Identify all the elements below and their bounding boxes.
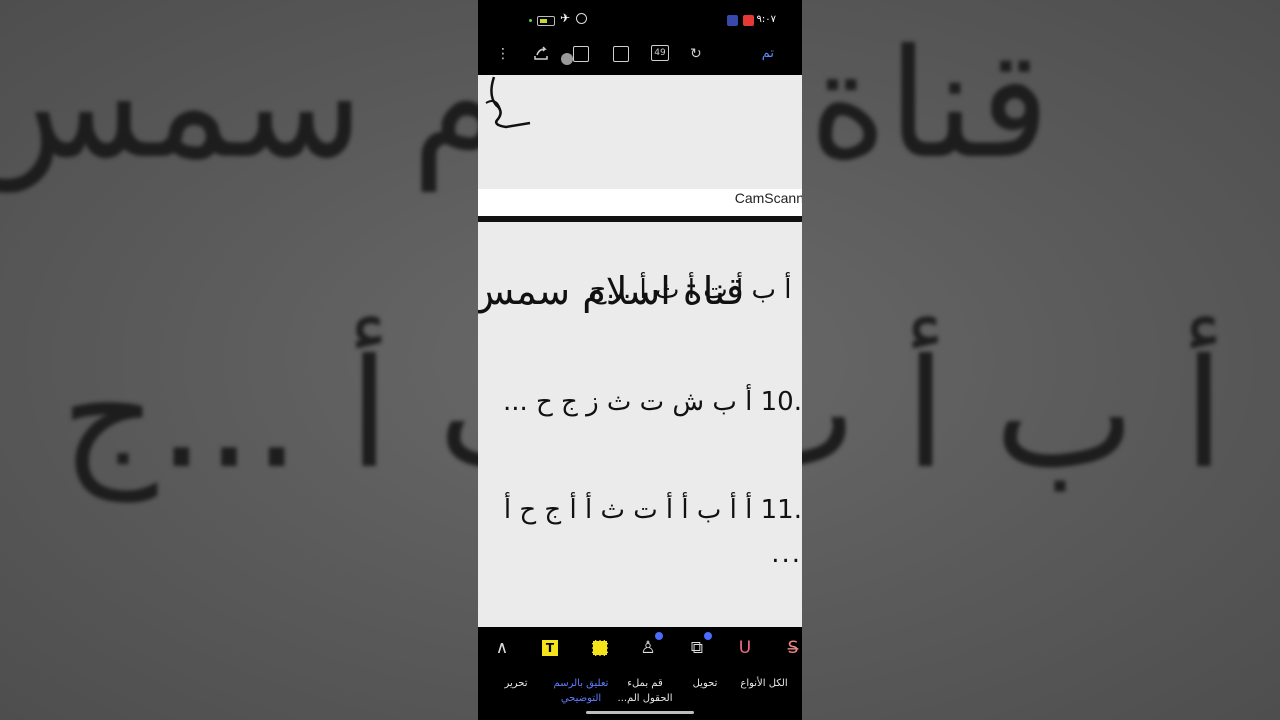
new-badge (704, 632, 712, 640)
top-toolbar: ⋮ 49 ↻ تم (478, 38, 802, 72)
more-vert-icon[interactable]: ⋮ (496, 44, 510, 64)
tab-edit[interactable]: تحرير (485, 676, 547, 691)
touch-indicator (561, 53, 573, 65)
mic-indicator-icon (529, 19, 532, 22)
tab-illustration-comment[interactable]: تعليق بالرسم التوضيحي (550, 676, 612, 706)
text-highlight-icon[interactable]: T (542, 640, 558, 656)
tab-all-types[interactable]: الكل الأنواع (733, 676, 795, 691)
home-indicator[interactable] (586, 711, 694, 714)
document-line-2: .10 أ ب ش ت ث ز ج ح ... (502, 387, 802, 417)
document-line-1: . أ ب أ ت أ ث أ ...ج (589, 275, 802, 305)
tab-fill-fields[interactable]: قم بملء الحقول الم... (614, 676, 676, 706)
camscanner-watermark: CamScann (734, 190, 802, 206)
youtube-icon (743, 15, 754, 26)
phone-screen: ✈ ٩:٠٧ ⋮ 49 ↻ تم CamScann قناة اسلام سمس… (478, 0, 802, 720)
stamp-icon[interactable]: ♙ (636, 632, 663, 660)
divider-line (478, 216, 802, 222)
shape-icon[interactable]: ⧉ (685, 632, 712, 660)
status-time: ٩:٠٧ (756, 14, 776, 25)
reader-icon[interactable] (573, 46, 589, 62)
handwriting-annotation (485, 76, 531, 129)
done-button[interactable]: تم (762, 44, 774, 64)
pen-icon[interactable]: ∧ (490, 636, 514, 660)
airplane-icon: ✈ (560, 11, 571, 25)
notification-icon (727, 15, 738, 26)
crop-icon[interactable] (613, 46, 629, 62)
tab-convert[interactable]: تحويل (674, 676, 736, 691)
redo-icon[interactable]: ↻ (690, 44, 702, 64)
page-count-icon[interactable]: 49 (651, 45, 669, 61)
document-line-4: ... (771, 539, 802, 569)
battery-icon (537, 16, 555, 26)
status-bar: ✈ ٩:٠٧ (478, 0, 802, 42)
document-line-3: .11 أ أ ب أ أ ت ث أ أ ج ح أ (503, 495, 802, 525)
share-icon[interactable] (532, 44, 550, 64)
underline-icon[interactable]: U (733, 636, 757, 660)
strikethrough-icon[interactable]: S̶ (781, 636, 802, 660)
document-page[interactable]: CamScann قناة اسلام سمس . أ ب أ ت أ ث أ … (478, 75, 802, 627)
new-badge (655, 632, 663, 640)
area-highlight-icon[interactable] (592, 640, 608, 656)
alarm-icon (576, 13, 587, 24)
annotation-toolbar: S̶ U ⧉ ♙ T ∧ الكل الأنواع تحويل قم بملء … (478, 628, 802, 720)
